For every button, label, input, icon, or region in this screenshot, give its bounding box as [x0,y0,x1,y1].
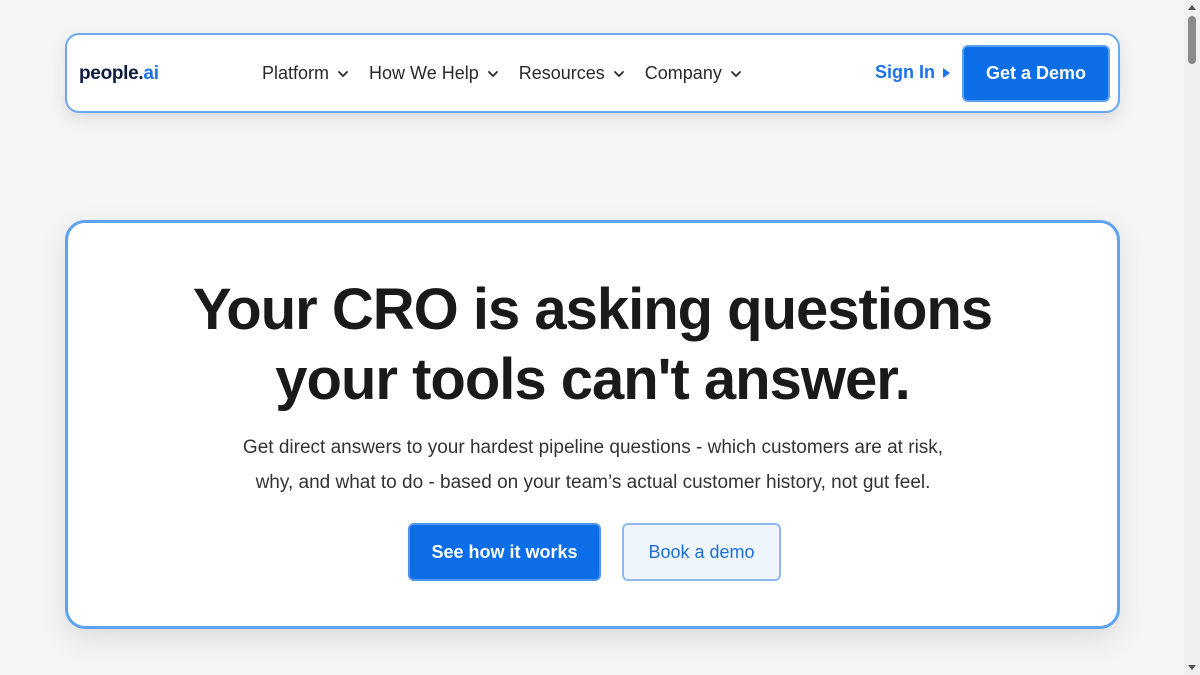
nav-item-label: Resources [518,63,605,83]
hero-title: Your CRO is asking questions your tools … [68,275,1117,415]
scroll-down-arrow-icon[interactable] [1188,665,1196,670]
people-ai-logo[interactable]: people.ai [79,63,159,85]
nav-item-company[interactable]: Company [645,63,742,84]
hero-subtitle-line-1: Get direct answers to your hardest pipel… [242,437,944,458]
hero-card: Your CRO is asking questions your tools … [65,220,1120,629]
top-navbar: people.ai Platform How We Help Resources… [65,33,1120,113]
nav-item-how-we-help[interactable]: How We Help [369,63,499,84]
sign-in-label: Sign In [875,62,935,82]
vertical-scrollbar[interactable] [1184,0,1200,675]
nav-item-resources[interactable]: Resources [519,63,625,84]
nav-item-label: Company [644,63,722,83]
chevron-down-icon [730,70,741,77]
hero-title-line-2: your tools can't answer. [275,347,910,412]
hero-title-line-1: Your CRO is asking questions [192,277,993,342]
get-a-demo-button[interactable]: Get a Demo [962,45,1110,102]
nav-item-label: Platform [262,63,330,83]
main-nav-menu: Platform How We Help Resources Company [262,63,762,84]
chevron-down-icon [338,70,348,77]
see-how-it-works-button[interactable]: See how it works [408,523,601,581]
hero-subtitle: Get direct answers to your hardest pipel… [193,430,993,500]
logo-ai-text: ai [143,63,159,84]
caret-right-icon [943,67,950,78]
scroll-up-arrow-icon[interactable] [1188,5,1196,10]
logo-text: people. [79,63,144,84]
nav-item-platform[interactable]: Platform [262,63,349,84]
sign-in-link[interactable]: Sign In [875,62,950,83]
hero-subtitle-line-2: why, and what to do - based on your team… [255,472,931,493]
page: people.ai Platform How We Help Resources… [0,0,1184,675]
chevron-down-icon [613,70,624,77]
scrollbar-thumb[interactable] [1188,16,1196,64]
chevron-down-icon [487,70,498,77]
nav-item-label: How We Help [369,63,479,83]
book-a-demo-button[interactable]: Book a demo [622,523,781,581]
